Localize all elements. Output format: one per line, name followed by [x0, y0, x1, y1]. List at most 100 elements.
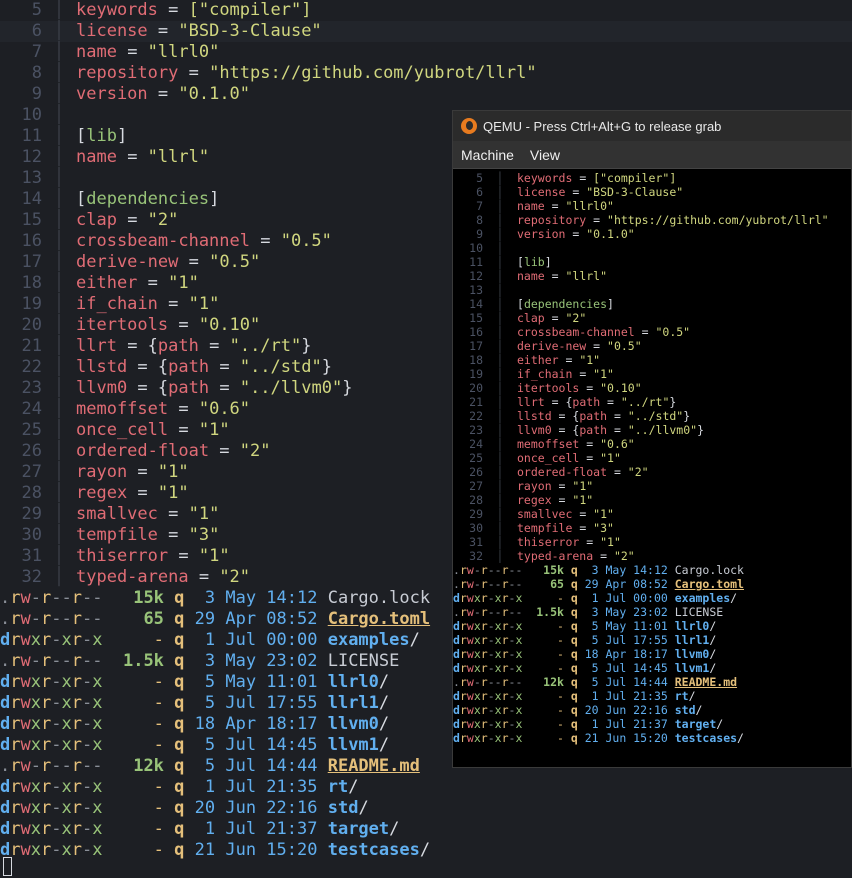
- permission-char: r: [10, 630, 21, 650]
- file-owner: q: [163, 735, 185, 755]
- indent-guide: │: [496, 255, 504, 269]
- code-line: 6 │ license = "BSD-3-Clause": [453, 185, 851, 199]
- equals: =: [157, 0, 189, 20]
- line-number: 15: [21, 210, 42, 230]
- indent-guide: │: [496, 535, 504, 549]
- equals: =: [147, 84, 179, 104]
- toml-value: "1": [198, 420, 230, 440]
- file-date: 3 May 23:02: [577, 605, 668, 619]
- toml-value: "2": [239, 441, 271, 461]
- permission-char: -: [51, 777, 62, 797]
- menu-machine[interactable]: Machine: [453, 147, 522, 163]
- permission-char: w: [20, 651, 31, 671]
- line-number: 28: [21, 483, 42, 503]
- permission-char: -: [487, 717, 495, 731]
- file-date: 5 Jul 14:44: [184, 756, 318, 776]
- indent-guide: │: [496, 423, 504, 437]
- file-name: LICENSE: [674, 605, 724, 619]
- menu-view[interactable]: View: [522, 147, 568, 163]
- listing-row: drwxr-xr-x - q 18 Apr 18:17 llvm0/: [453, 647, 851, 661]
- dir-slash: /: [409, 630, 420, 650]
- indent-guide: │: [53, 0, 65, 20]
- file-name: examples: [674, 591, 731, 605]
- toml-value: "1": [188, 504, 220, 524]
- equals: =: [209, 378, 240, 398]
- permission-char: r: [459, 703, 467, 717]
- file-size: 12k: [522, 675, 564, 689]
- toml-key: if_chain: [517, 367, 573, 381]
- file-owner: q: [163, 588, 185, 608]
- bracket: ]: [116, 126, 128, 146]
- line-number: 23: [469, 423, 483, 437]
- equals: =: [127, 357, 158, 377]
- line-number: 14: [21, 189, 42, 209]
- dir-slash: /: [709, 647, 717, 661]
- permission-char: x: [61, 693, 72, 713]
- toml-key: either: [517, 353, 559, 367]
- equals: =: [544, 199, 566, 213]
- file-owner: q: [563, 731, 578, 745]
- equals: =: [250, 231, 281, 251]
- qemu-screen[interactable]: 5 │ keywords = ["compiler"] 6 │ license = "BS…: [453, 171, 851, 767]
- toml-value: "0.10": [600, 381, 642, 395]
- indent-guide: │: [496, 297, 504, 311]
- indent-guide: │: [53, 84, 65, 104]
- permission-char: r: [71, 777, 82, 797]
- listing-row: .rw-r--r-- 12k q 5 Jul 14:44 README.md: [453, 675, 851, 689]
- line-number: 29: [21, 504, 42, 524]
- equals: =: [168, 420, 199, 440]
- permission-char: r: [459, 689, 467, 703]
- permission-char: x: [30, 672, 41, 692]
- toml-value: "1": [188, 294, 220, 314]
- bracket: ]: [544, 255, 552, 269]
- file-size: 65: [522, 577, 564, 591]
- code-line: 13 │: [453, 283, 851, 297]
- equals: =: [572, 507, 594, 521]
- file-name: testcases: [327, 840, 420, 860]
- permission-char: x: [61, 672, 72, 692]
- brace: }: [683, 409, 691, 423]
- permission-char: r: [459, 731, 467, 745]
- permission-char: -: [92, 756, 103, 776]
- toml-value: "1": [600, 451, 621, 465]
- permission-char: r: [480, 717, 488, 731]
- toml-value: "../llvm0": [627, 423, 698, 437]
- line-number: 18: [21, 273, 42, 293]
- toml-key: path: [157, 336, 199, 356]
- file-name: std: [674, 703, 696, 717]
- permission-char: -: [92, 588, 103, 608]
- permission-char: w: [466, 591, 474, 605]
- permission-char: r: [480, 577, 488, 591]
- file-name: Cargo.toml: [327, 609, 431, 629]
- toml-value: "1": [198, 546, 230, 566]
- permission-char: -: [494, 563, 502, 577]
- permission-char: d: [0, 819, 11, 839]
- equals: =: [127, 483, 158, 503]
- permission-char: d: [0, 798, 11, 818]
- permission-char: x: [61, 714, 72, 734]
- permission-char: r: [480, 703, 488, 717]
- indent-guide: │: [496, 325, 504, 339]
- file-owner: q: [163, 819, 185, 839]
- dir-slash: /: [419, 840, 431, 860]
- equals: =: [178, 63, 210, 83]
- file-owner: q: [563, 619, 578, 633]
- indent-guide: │: [53, 504, 65, 524]
- line-number: 18: [469, 353, 483, 367]
- permission-char: r: [459, 661, 467, 675]
- code-line: 8 │ repository = "https://github.com/yubro…: [453, 213, 851, 227]
- indent-guide: │: [496, 451, 504, 465]
- equals: =: [116, 147, 148, 167]
- permission-char: x: [92, 819, 103, 839]
- permission-char: x: [92, 798, 103, 818]
- brace: }: [669, 395, 677, 409]
- indent-guide: │: [496, 437, 504, 451]
- line-number: 30: [469, 521, 483, 535]
- toml-value: "2": [565, 311, 587, 325]
- qemu-titlebar[interactable]: QEMU - Press Ctrl+Alt+G to release grab: [453, 111, 851, 141]
- qemu-window[interactable]: QEMU - Press Ctrl+Alt+G to release grab …: [452, 110, 852, 768]
- toml-value: "0.5": [280, 231, 332, 251]
